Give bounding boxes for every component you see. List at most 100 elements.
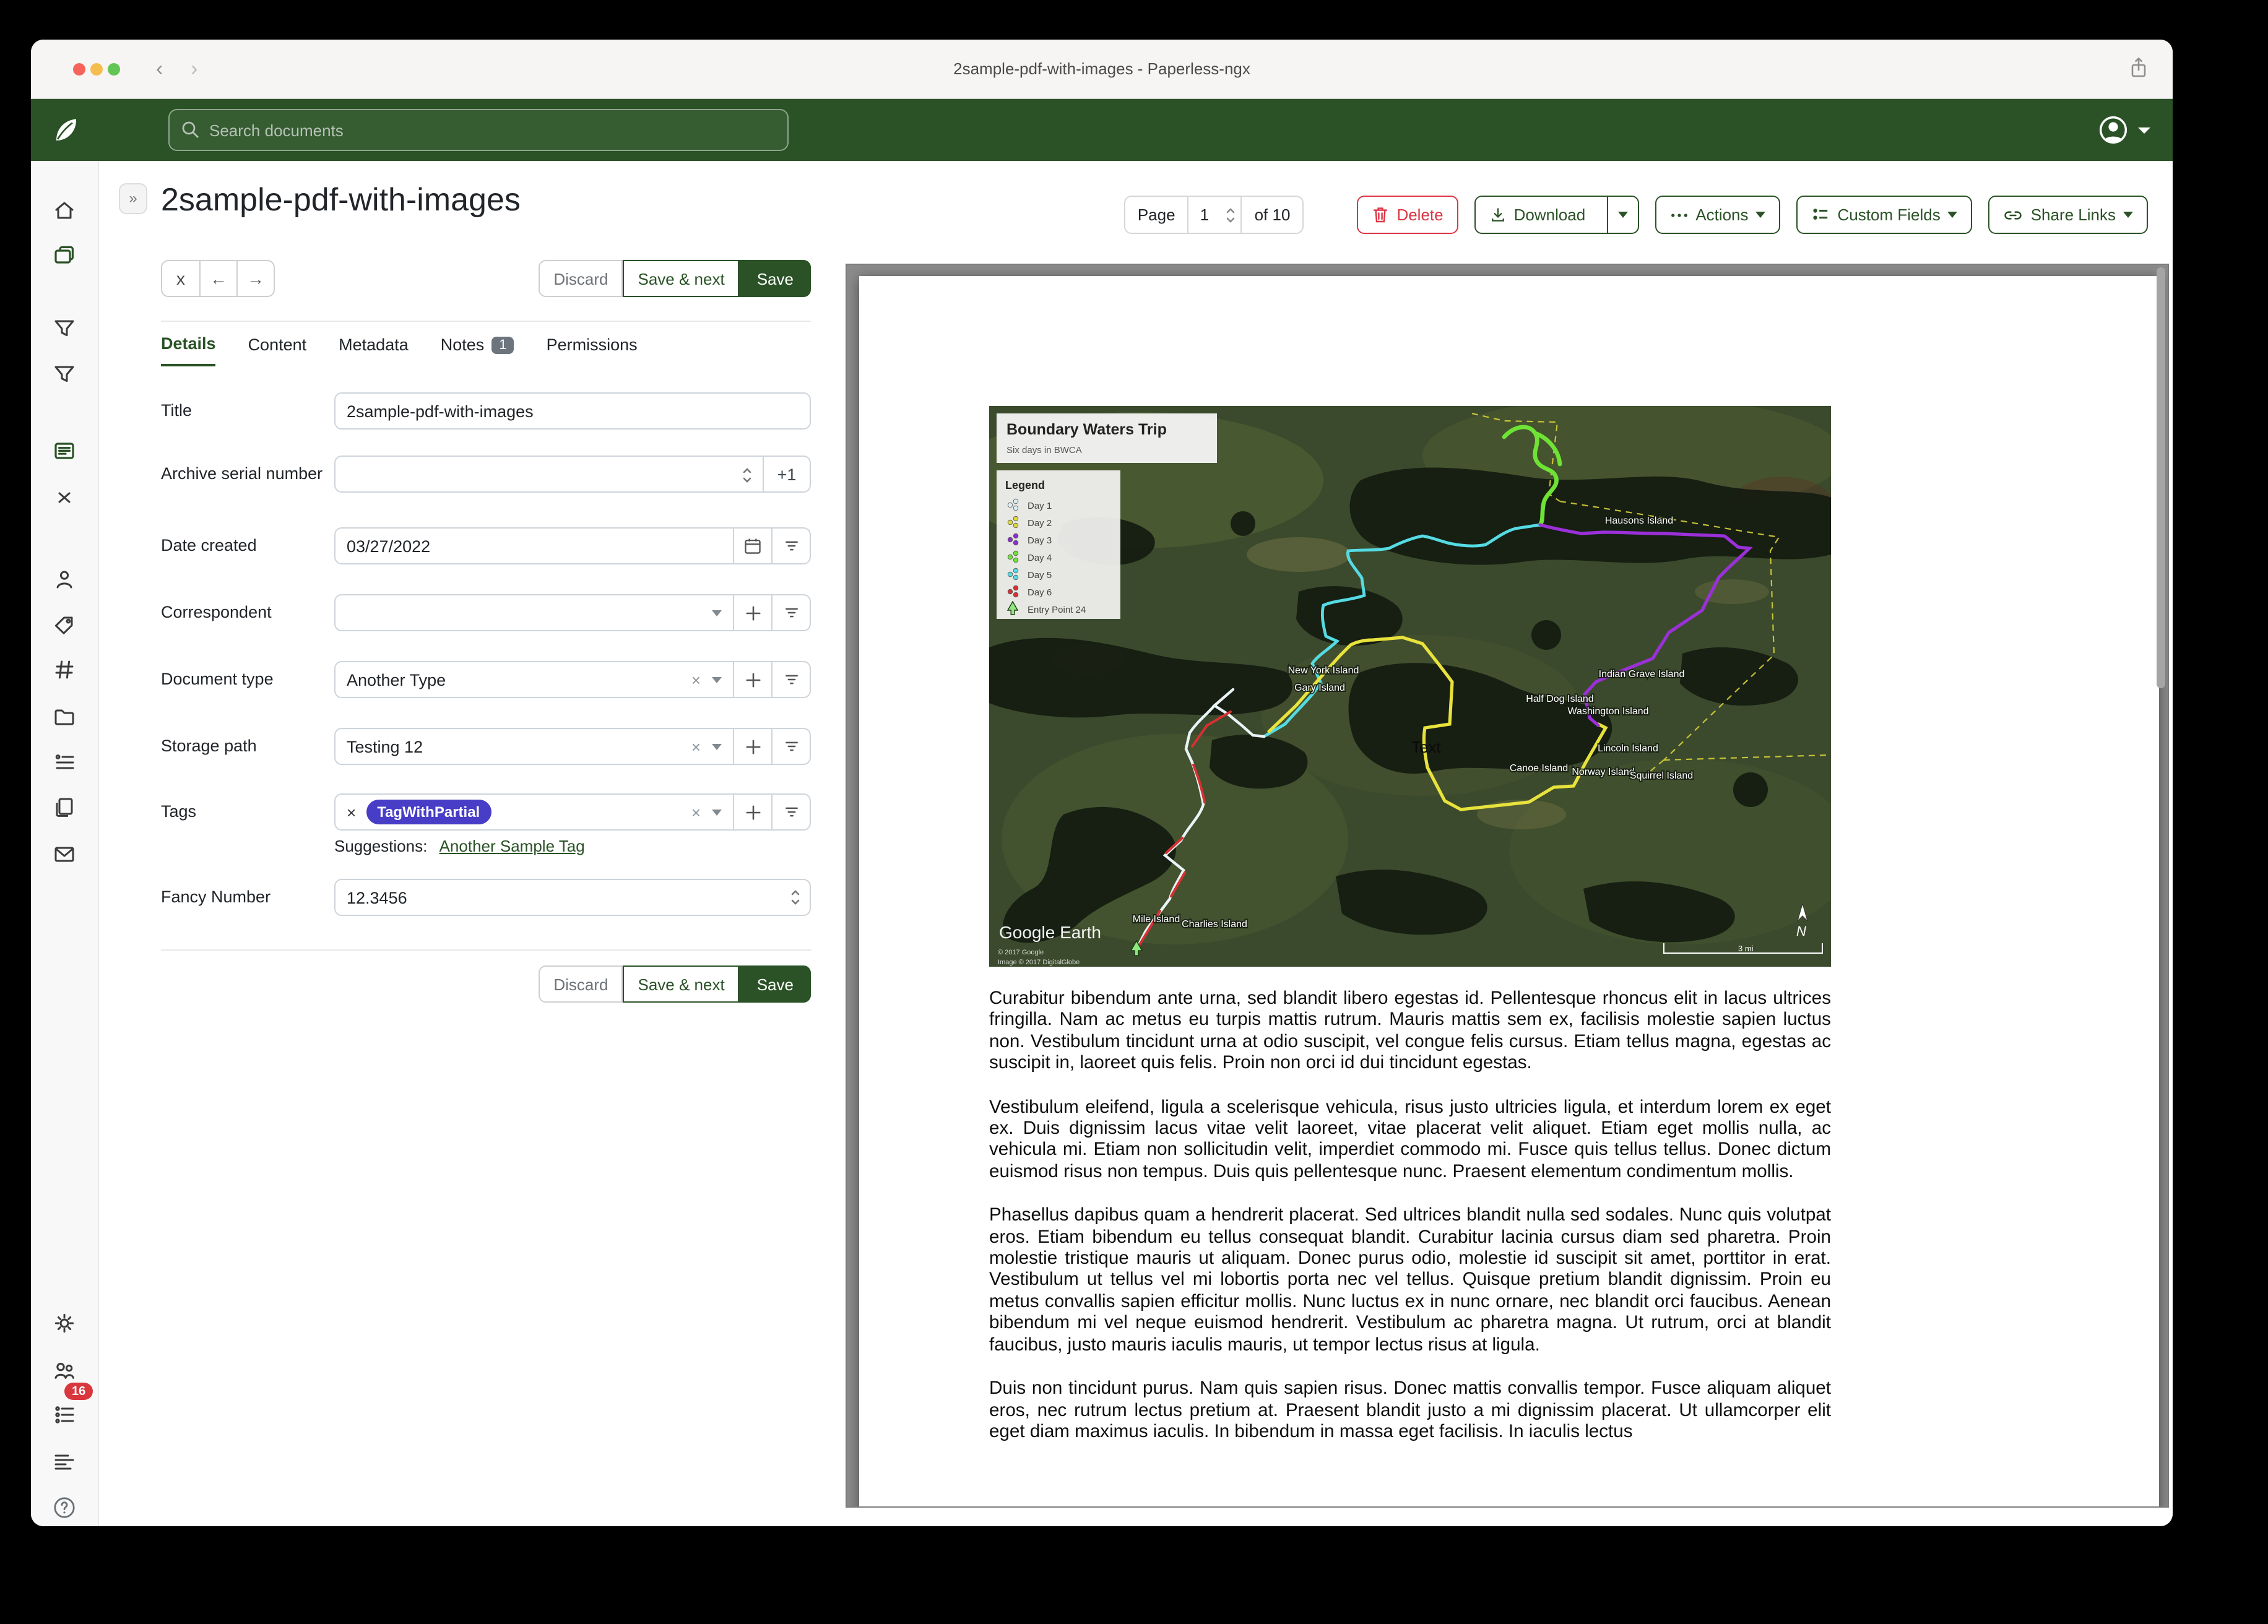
custom-fields-dropdown-button[interactable]: Custom Fields [1797,196,1973,234]
island-label: Gary Island [1294,683,1345,693]
filter-by-tag-button[interactable] [773,793,811,831]
share-links-dropdown-button[interactable]: Share Links [1989,196,2148,234]
add-document-type-button[interactable] [734,661,773,698]
sidebar-item-custom-fields[interactable] [52,657,77,682]
user-menu[interactable] [2097,114,2150,146]
clear-icon[interactable]: × [691,670,701,689]
filter-by-storage-path-button[interactable] [773,728,811,765]
sidebar-item-logs[interactable] [52,1449,77,1474]
document-type-select[interactable]: Another Type × [334,661,734,698]
remove-tag-icon[interactable]: × [347,803,356,821]
previous-document-button[interactable]: ← [199,261,236,296]
page-spinner[interactable] [1226,205,1236,229]
field-row-fancy-number: Fancy Number [161,879,811,916]
sidebar-item-dashboard[interactable] [52,198,77,223]
pdf-preview-pane[interactable]: Hausons Island New York Island Gary Isla… [846,264,2169,1508]
sidebar-item-saved-view-filter-2[interactable] [52,361,77,386]
tags-input[interactable]: × TagWithPartial × [334,793,734,831]
tab-label: Notes [441,335,485,354]
share-icon[interactable] [2129,57,2148,85]
save-next-button[interactable]: Save & next [623,965,740,1003]
date-suggestions-button[interactable] [773,527,811,564]
sidebar-expand-button[interactable]: » [119,183,147,214]
storage-path-select[interactable]: Testing 12 × [334,728,734,765]
discard-button[interactable]: Discard [539,260,623,297]
filter-by-correspondent-button[interactable] [773,594,811,631]
paragraph: Duis non tincidunt purus. Nam quis sapie… [989,1379,1831,1443]
search-input[interactable] [170,110,787,150]
add-storage-path-button[interactable] [734,728,773,765]
calendar-button[interactable] [734,527,773,564]
ellipsis-icon [1669,211,1688,218]
tag-chip[interactable]: TagWithPartial [366,800,491,824]
sidebar-item-document-types[interactable] [52,704,77,729]
add-correspondent-button[interactable] [734,594,773,631]
fancy-number-spinner[interactable] [790,888,801,914]
fancy-number-input[interactable] [334,879,811,916]
sidebar-item-close-document-icon[interactable] [52,485,77,510]
sidebar-item-help[interactable] [52,1495,77,1520]
sidebar-item-tags[interactable] [52,613,77,637]
clear-icon[interactable]: × [691,803,701,821]
legend-entry: Day 3 [1028,535,1052,546]
sidebar-item-documents[interactable] [52,243,77,267]
discard-button[interactable]: Discard [539,965,623,1003]
tab-content[interactable]: Content [248,334,307,366]
date-created-input[interactable]: 03/27/2022 [334,527,734,564]
storage-path-value: Testing 12 [347,737,423,756]
sidebar-item-tasks[interactable] [52,1402,77,1427]
preview-scrollbar[interactable] [2157,267,2165,688]
notes-count-badge: 1 [491,336,514,353]
tab-details[interactable]: Details [161,334,216,366]
add-tag-button[interactable] [734,793,773,831]
next-document-button[interactable]: → [236,261,274,296]
paperless-logo-icon[interactable] [51,115,80,151]
suggestion-link[interactable]: Another Sample Tag [439,837,585,855]
page-count-label: of 10 [1242,197,1303,233]
actions-dropdown-button[interactable]: Actions [1655,196,1780,234]
legend-entry: Day 2 [1028,518,1052,529]
download-button[interactable]: Download [1476,197,1599,233]
sidebar-item-open-document[interactable] [52,438,77,463]
tab-notes[interactable]: Notes 1 [441,334,514,366]
chevron-down-icon [712,676,722,683]
asn-spinner[interactable] [742,465,753,489]
download-dropdown-toggle[interactable] [1606,197,1637,233]
title-input[interactable] [334,392,811,430]
clear-icon[interactable]: × [691,737,701,756]
window-title: 2sample-pdf-with-images - Paperless-ngx [31,40,2173,99]
tab-label: Metadata [339,335,409,354]
map-subtitle: Six days in BWCA [1006,445,1082,456]
tags-label: Tags [161,793,334,831]
island-label: Half Dog Island [1526,694,1593,704]
scale-label: 3 mi [1738,944,1754,953]
save-button[interactable]: Save [740,260,811,297]
island-label: Squirrel Island [1630,771,1693,781]
sidebar-item-mail[interactable] [52,842,77,866]
chevron-down-icon [712,610,722,616]
filter-by-document-type-button[interactable] [773,661,811,698]
sidebar-item-correspondents[interactable] [52,567,77,592]
sidebar-item-workflows[interactable] [52,795,77,819]
save-button[interactable]: Save [740,965,811,1003]
compass-n-label: N [1796,923,1806,939]
correspondent-label: Correspondent [161,594,334,631]
tab-permissions[interactable]: Permissions [547,334,638,366]
divider [161,321,811,322]
chevron-down-icon [1617,212,1627,218]
sidebar-item-storage-paths[interactable] [52,750,77,775]
fancy-number-label: Fancy Number [161,879,334,916]
correspondent-select[interactable] [334,594,734,631]
save-next-button[interactable]: Save & next [623,260,740,297]
plus-icon [745,672,761,688]
asn-input[interactable] [334,456,764,493]
delete-button[interactable]: Delete [1357,196,1458,234]
sidebar-item-settings[interactable] [52,1311,77,1336]
tab-metadata[interactable]: Metadata [339,334,409,366]
close-edit-button[interactable]: x [162,261,199,296]
sidebar-item-saved-view-filter-1[interactable] [52,316,77,340]
sidebar-item-users-groups[interactable] [52,1358,77,1383]
pdf-page: Hausons Island New York Island Gary Isla… [859,276,2159,1508]
asn-plus-one-button[interactable]: +1 [764,456,811,493]
field-row-tags: Tags × TagWithPartial × [161,793,811,831]
